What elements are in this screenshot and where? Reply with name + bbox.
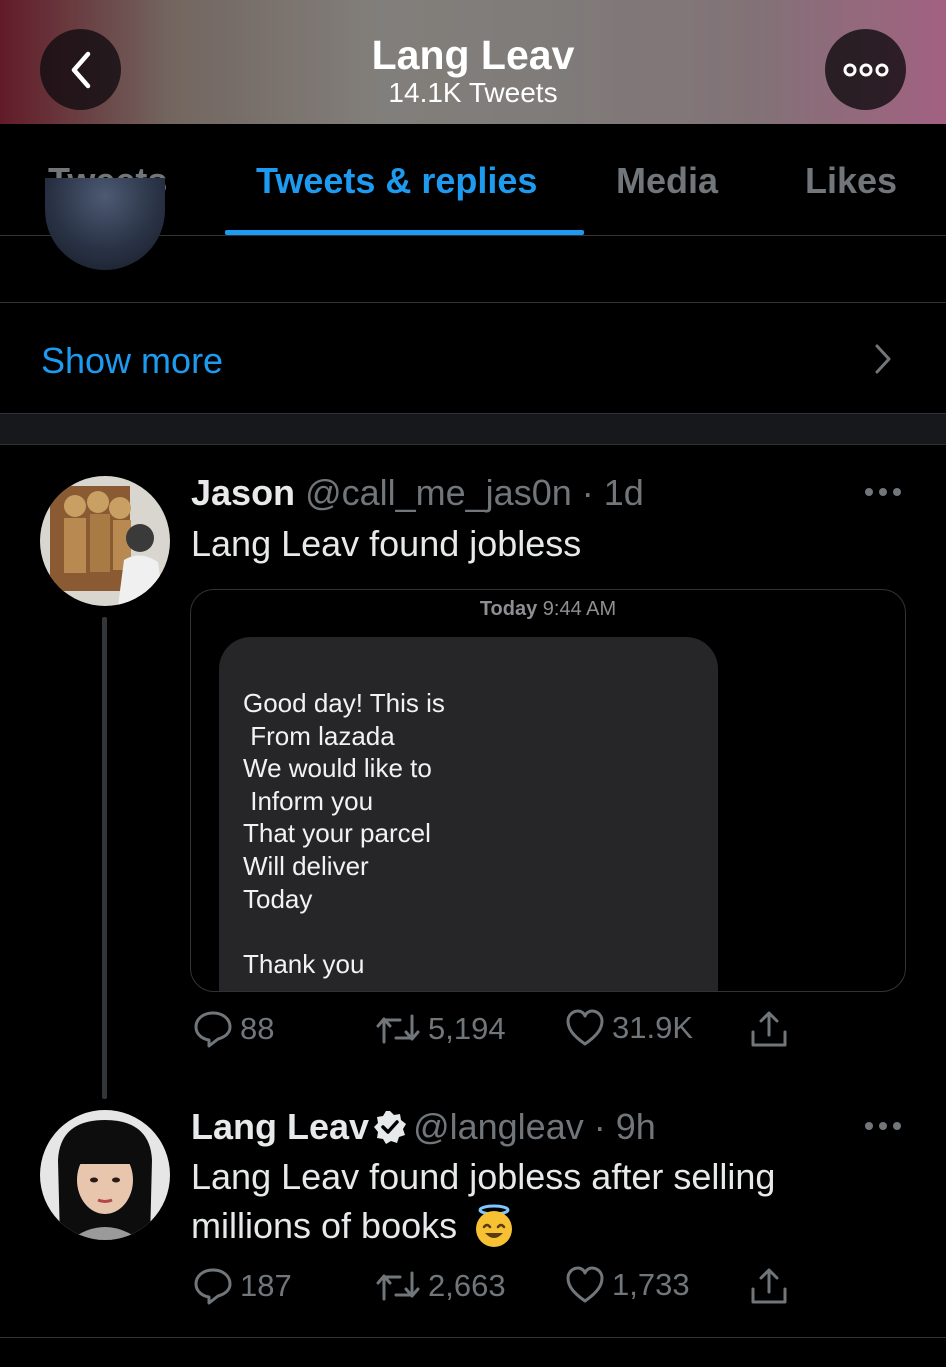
reply-icon: [194, 1268, 232, 1305]
tweet-text: Lang Leav found jobless after selling mi…: [191, 1152, 775, 1250]
tweet-time[interactable]: · 1d: [582, 472, 644, 513]
avatar-photo: [40, 1110, 170, 1240]
timestamp-day: Today: [479, 598, 538, 620]
share-button[interactable]: [748, 1008, 796, 1050]
tweet-text: Lang Leav found jobless: [191, 523, 582, 564]
tweet-header: Jason @call_me_jas0n · 1d: [191, 472, 644, 514]
more-horizontal-icon[interactable]: [864, 486, 902, 498]
avatar[interactable]: [40, 1110, 170, 1240]
retweet-button[interactable]: 2,663: [374, 1265, 506, 1307]
share-icon: [751, 1011, 787, 1047]
message-bubble: Good day! This is From lazada We would l…: [219, 637, 718, 991]
show-more-row[interactable]: Show more: [0, 303, 946, 413]
smiling-face-with-halo-icon: [476, 1204, 513, 1247]
message-timestamp: Today 9:44 AM: [191, 598, 905, 621]
divider: [0, 1337, 946, 1338]
tab-media[interactable]: Media: [616, 160, 718, 202]
tweet-time[interactable]: · 9h: [594, 1106, 656, 1147]
tab-tweets-and-replies[interactable]: Tweets & replies: [256, 160, 537, 202]
author-handle[interactable]: @langleav: [413, 1106, 584, 1147]
show-more-label[interactable]: Show more: [41, 340, 223, 382]
tweet-media[interactable]: Today 9:44 AM Good day! This is From laz…: [190, 589, 906, 992]
share-icon: [751, 1268, 787, 1304]
reply-count: 88: [240, 1011, 275, 1046]
tweet-actions: 88 5,194 31.9K: [0, 1008, 946, 1058]
tweet-header: Lang Leav @langleav · 9h: [191, 1106, 656, 1148]
profile-name-title: Lang Leav: [371, 32, 575, 78]
like-button[interactable]: 31.9K: [564, 1008, 693, 1048]
reply-button[interactable]: 88: [192, 1008, 274, 1050]
active-tab-indicator: [225, 230, 584, 235]
like-count: 1,733: [612, 1267, 690, 1302]
tab-likes[interactable]: Likes: [805, 160, 897, 202]
retweet-icon: [376, 1014, 420, 1044]
author-handle[interactable]: @call_me_jas0n: [305, 472, 572, 513]
more-options-button[interactable]: [825, 29, 906, 110]
avatar[interactable]: [40, 476, 170, 606]
tweet-text-line: Lang Leav found jobless after selling: [191, 1156, 776, 1197]
section-gap: [0, 413, 946, 445]
tweet-count: 14.1K Tweets: [388, 77, 558, 108]
message-text: Good day! This is From lazada We would l…: [243, 688, 445, 979]
like-button[interactable]: 1,733: [564, 1265, 690, 1305]
like-count: 31.9K: [612, 1010, 694, 1045]
retweet-count: 2,663: [428, 1268, 506, 1303]
tweet-actions: 187 2,663 1,733: [0, 1265, 946, 1315]
verified-badge-icon: [374, 1111, 407, 1144]
retweet-count: 5,194: [428, 1011, 506, 1046]
chevron-right-icon: [875, 344, 891, 374]
avatar-photo: [40, 476, 170, 606]
share-button[interactable]: [748, 1265, 796, 1307]
heart-icon: [566, 1266, 604, 1303]
more-horizontal-icon[interactable]: [864, 1120, 902, 1132]
retweet-icon: [376, 1271, 420, 1301]
author-name[interactable]: Jason: [191, 472, 295, 513]
tweet-text-line: millions of books: [191, 1201, 775, 1250]
more-horizontal-icon: [843, 63, 888, 76]
timestamp-time: 9:44 AM: [542, 598, 617, 620]
reply-button[interactable]: 187: [192, 1265, 292, 1307]
reply-count: 187: [240, 1268, 292, 1303]
previous-item-avatar[interactable]: [45, 178, 165, 270]
retweet-button[interactable]: 5,194: [374, 1008, 506, 1050]
profile-header: Lang Leav 14.1K Tweets: [0, 0, 946, 124]
tweet-text-span: millions of books: [191, 1205, 458, 1246]
heart-icon: [566, 1009, 604, 1046]
reply-icon: [194, 1011, 232, 1048]
author-name[interactable]: Lang Leav: [191, 1106, 369, 1147]
